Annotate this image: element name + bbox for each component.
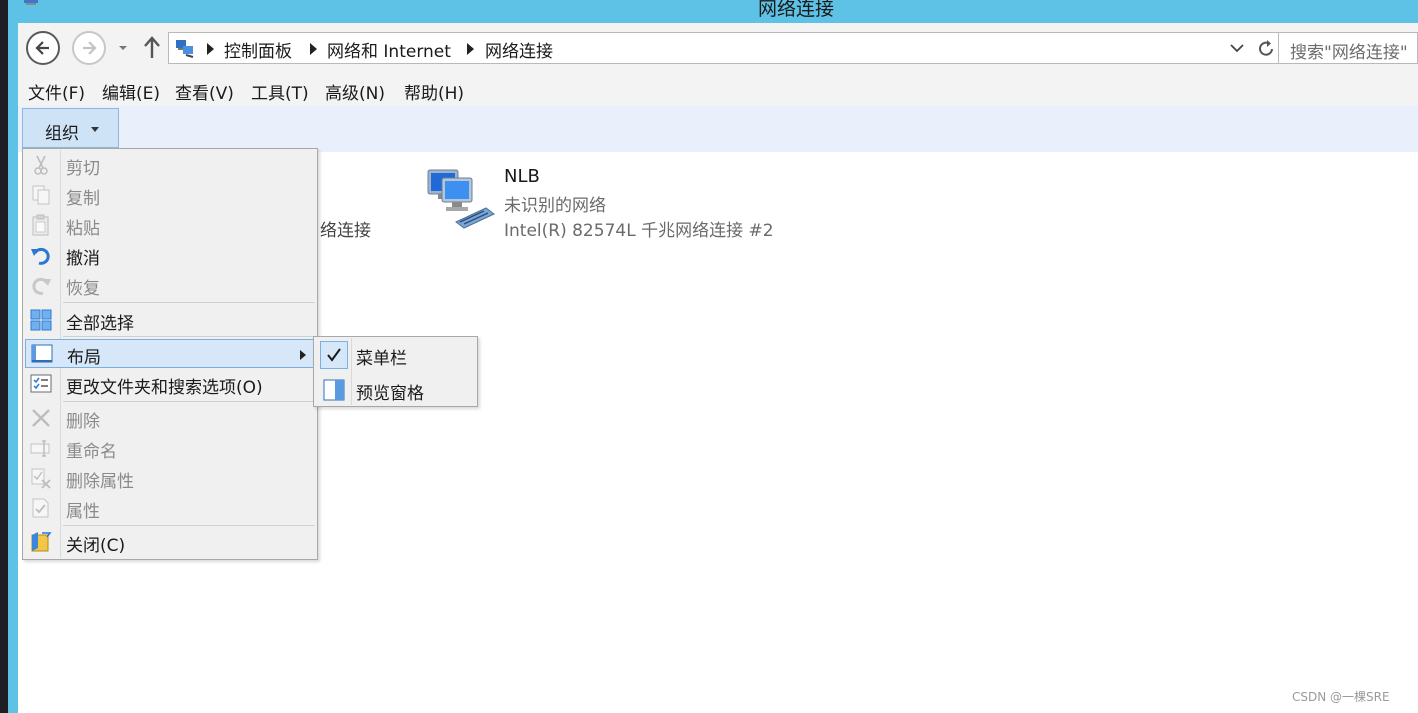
menu-item-cut[interactable]: 剪切 [25, 151, 315, 180]
menu-file[interactable]: 文件(F) [28, 79, 85, 104]
search-placeholder: 搜索"网络连接" [1290, 43, 1408, 63]
back-button[interactable] [26, 31, 60, 65]
back-arrow-icon [35, 41, 49, 55]
rename-icon [30, 440, 50, 457]
menu-item-label: 恢复 [66, 279, 100, 299]
network-connections-icon [176, 40, 194, 58]
app-icon [24, 0, 38, 5]
menu-separator [63, 336, 315, 337]
menu-tools[interactable]: 工具(T) [251, 79, 309, 104]
scissors-icon [34, 155, 48, 175]
menu-item-remove-properties[interactable]: 删除属性 [25, 464, 315, 493]
submenu-item-label: 菜单栏 [356, 349, 407, 369]
forward-button[interactable] [72, 31, 106, 65]
breadcrumb-network-internet[interactable]: 网络和 Internet [327, 37, 451, 62]
menu-item-label: 重命名 [66, 442, 117, 462]
remove-properties-icon [31, 468, 51, 489]
recent-locations-icon[interactable] [116, 39, 130, 55]
menu-item-layout[interactable]: 布局 [25, 339, 315, 368]
menu-item-label: 关闭(C) [66, 536, 126, 556]
select-all-icon [30, 309, 52, 331]
navigation-bar: 控制面板 网络和 Internet 网络连接 搜索"网络连接" [18, 23, 1418, 75]
folder-options-icon [30, 374, 52, 393]
menu-item-label: 全部选择 [66, 314, 134, 334]
search-input[interactable]: 搜索"网络连接" [1278, 32, 1418, 64]
caret-down-icon [91, 127, 99, 132]
menu-edit[interactable]: 编辑(E) [102, 79, 160, 104]
menu-item-close[interactable]: 关闭(C) [25, 528, 315, 557]
menu-view[interactable]: 查看(V) [175, 79, 234, 104]
preview-pane-icon [323, 379, 345, 401]
menu-item-undo[interactable]: 撤消 [25, 241, 315, 270]
undo-icon [31, 247, 50, 265]
network-adapter-icon[interactable] [424, 164, 498, 234]
watermark: CSDN @一棵SRE [1292, 690, 1390, 704]
menu-item-label: 属性 [66, 502, 100, 522]
menu-item-paste[interactable]: 粘贴 [25, 211, 315, 240]
address-bar[interactable]: 控制面板 网络和 Internet 网络连接 [168, 32, 1286, 64]
menu-item-select-all[interactable]: 全部选择 [25, 306, 315, 335]
breadcrumb-separator-icon[interactable] [207, 43, 214, 55]
refresh-icon[interactable] [1257, 39, 1275, 59]
menu-item-redo[interactable]: 恢复 [25, 271, 315, 300]
menu-item-label: 剪切 [66, 159, 100, 179]
copy-icon [32, 185, 50, 205]
desktop-background [0, 0, 8, 713]
breadcrumb-separator-icon[interactable] [467, 43, 474, 55]
menu-item-rename[interactable]: 重命名 [25, 434, 315, 463]
close-folder-icon [31, 532, 52, 552]
forward-arrow-icon [83, 41, 97, 55]
checkmark-icon [320, 341, 348, 369]
menu-item-copy[interactable]: 复制 [25, 181, 315, 210]
layout-submenu: 菜单栏 预览窗格 [313, 336, 478, 407]
window-frame-left [8, 0, 18, 713]
submenu-arrow-icon [300, 350, 306, 360]
redo-icon [32, 277, 51, 295]
menu-bar: 文件(F) 编辑(E) 查看(V) 工具(T) 高级(N) 帮助(H) [18, 75, 1418, 106]
breadcrumb-network-connections[interactable]: 网络连接 [485, 37, 553, 62]
menu-item-delete[interactable]: 删除 [25, 404, 315, 433]
menu-item-label: 删除 [66, 412, 100, 432]
menu-item-label: 删除属性 [66, 472, 134, 492]
menu-separator [63, 302, 315, 303]
menu-item-label: 更改文件夹和搜索选项(O) [66, 378, 263, 398]
breadcrumb-separator-icon[interactable] [310, 43, 317, 55]
up-arrow-icon[interactable] [142, 34, 162, 60]
paste-icon [32, 214, 49, 236]
breadcrumb-control-panel[interactable]: 控制面板 [224, 37, 292, 62]
submenu-item-menubar[interactable]: 菜单栏 [316, 339, 475, 370]
delete-icon [32, 409, 50, 427]
window-title: 网络连接 [758, 0, 835, 20]
menu-item-label: 粘贴 [66, 219, 100, 239]
organize-button[interactable]: 组织 [22, 108, 119, 148]
command-bar: 组织 [18, 106, 1418, 152]
chevron-down-icon[interactable] [1229, 41, 1245, 55]
menu-help[interactable]: 帮助(H) [404, 79, 464, 104]
menu-item-properties[interactable]: 属性 [25, 494, 315, 523]
menu-item-label: 撤消 [66, 249, 100, 269]
organize-label: 组织 [45, 124, 79, 144]
properties-icon [32, 498, 49, 518]
submenu-item-label: 预览窗格 [356, 384, 424, 404]
partial-connection-label: 络连接 [320, 221, 371, 241]
connection-status: 未识别的网络 [504, 196, 606, 216]
menu-separator [63, 401, 315, 402]
menu-item-label: 布局 [67, 348, 101, 368]
menu-advanced[interactable]: 高级(N) [325, 79, 385, 104]
connection-name[interactable]: NLB [504, 166, 540, 187]
title-bar[interactable]: 网络连接 [8, 0, 1418, 23]
organize-menu: 剪切 复制 粘贴 撤消 恢复 全部选择 布局 更改文件夹和搜索选项(O) 删除 … [22, 148, 318, 560]
layout-icon [31, 344, 53, 363]
menu-separator [63, 525, 315, 526]
submenu-item-preview-pane[interactable]: 预览窗格 [316, 374, 475, 405]
menu-item-label: 复制 [66, 189, 100, 209]
connection-adapter: Intel(R) 82574L 千兆网络连接 #2 [504, 221, 774, 241]
menu-item-folder-options[interactable]: 更改文件夹和搜索选项(O) [25, 370, 315, 399]
